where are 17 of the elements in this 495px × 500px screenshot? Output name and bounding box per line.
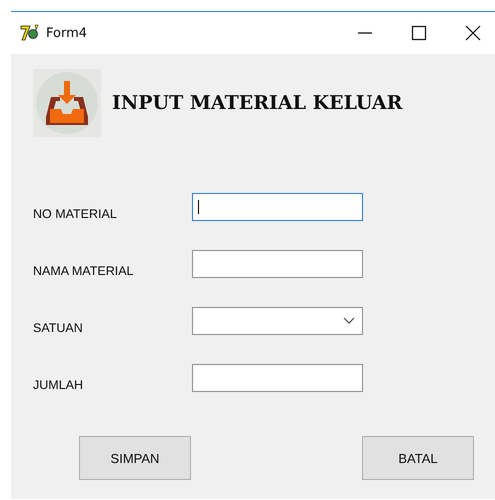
app-icon bbox=[20, 24, 40, 42]
dropdown-field[interactable] bbox=[192, 307, 363, 335]
field-label: SATUAN bbox=[33, 320, 84, 335]
input-field[interactable] bbox=[192, 250, 363, 278]
form-title: INPUT MATERIAL KELUAR bbox=[112, 92, 402, 114]
inbox-download-icon bbox=[33, 69, 101, 137]
field-label: NO MATERIAL bbox=[33, 206, 118, 221]
save-button[interactable]: SIMPAN bbox=[79, 436, 191, 480]
field-label: NAMA MATERIAL bbox=[33, 263, 134, 278]
input-field[interactable] bbox=[192, 364, 363, 392]
input-field[interactable] bbox=[192, 193, 363, 221]
maximize-icon[interactable] bbox=[411, 25, 427, 41]
window-title: Form4 bbox=[46, 26, 88, 40]
close-icon[interactable] bbox=[465, 25, 481, 41]
cancel-button[interactable]: BATAL bbox=[362, 436, 474, 480]
field-label: JUMLAH bbox=[33, 377, 84, 392]
chevron-down-icon bbox=[343, 317, 355, 325]
